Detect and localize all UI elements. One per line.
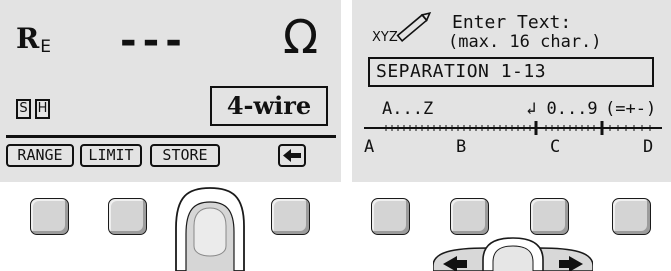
- quantity-symbol: RE: [16, 22, 52, 57]
- text-entry-screen: XYZ Enter Text: (max. 16 char.) SEPARATI…: [352, 0, 671, 182]
- range-digits: ↲ 0...9: [526, 99, 598, 119]
- hardware-key-4[interactable]: [271, 198, 310, 235]
- range-letters: A...Z: [382, 99, 434, 119]
- swipe-arrows-icon: [433, 237, 593, 271]
- hardware-key-8[interactable]: [612, 198, 651, 235]
- quantity-subscript: E: [40, 37, 52, 57]
- character-selector-track[interactable]: [364, 121, 662, 135]
- mode-indicator: 4-wire: [210, 86, 328, 126]
- hardware-key-7[interactable]: [530, 198, 569, 235]
- title-max-chars: (max. 16 char.): [448, 32, 602, 52]
- column-c: C: [550, 137, 561, 157]
- softkey-limit[interactable]: LIMIT: [80, 144, 142, 167]
- flag-h: H: [35, 99, 50, 119]
- pencil-label: XYZ: [372, 30, 398, 45]
- hardware-key-5[interactable]: [371, 198, 410, 235]
- column-b: B: [456, 137, 467, 157]
- softkey-range[interactable]: RANGE: [6, 144, 74, 167]
- unit-ohm: Ω: [283, 10, 319, 64]
- column-d: D: [643, 137, 654, 157]
- hardware-key-1[interactable]: [30, 198, 69, 235]
- softkey-back[interactable]: [278, 144, 306, 167]
- softkey-store[interactable]: STORE: [150, 144, 220, 167]
- range-symbols: (=+-): [605, 99, 657, 119]
- title-enter-text: Enter Text:: [452, 12, 572, 33]
- divider: [6, 135, 336, 138]
- text-input-field[interactable]: SEPARATION 1-13: [368, 57, 654, 87]
- measurement-value: ---: [120, 18, 188, 64]
- flag-s: S: [16, 99, 31, 119]
- measurement-screen: RE --- Ω S H 4-wire RANGE LIMIT STORE: [0, 0, 341, 182]
- finger-press-icon: [175, 187, 245, 271]
- left-arrow-icon: [283, 149, 301, 162]
- hardware-key-2[interactable]: [108, 198, 147, 235]
- hardware-key-6[interactable]: [450, 198, 489, 235]
- column-a: A: [364, 137, 375, 157]
